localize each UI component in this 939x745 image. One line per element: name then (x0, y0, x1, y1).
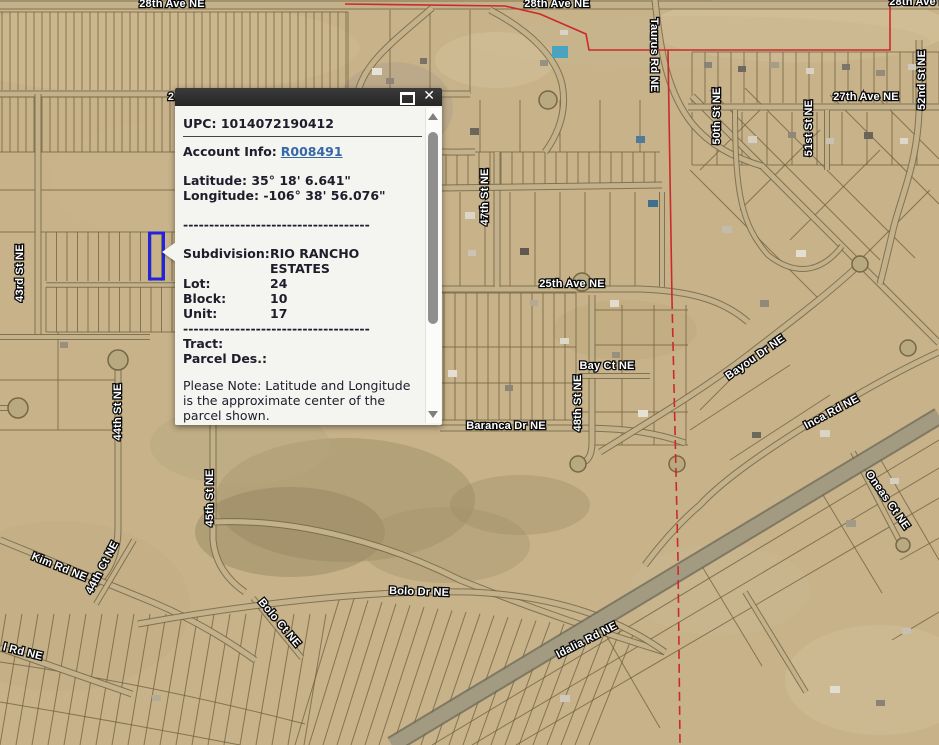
gis-parcel-viewer: 28th Ave NE 28th Ave NE 28th Ave NE 27th Av… (0, 0, 939, 745)
street-label: 52nd St NE (916, 50, 928, 110)
street-label: 28th Ave NE (889, 0, 939, 8)
upc-line: UPC: 1014072190412 (183, 116, 422, 131)
upc-value: 1014072190412 (221, 116, 334, 131)
street-label: 44th St NE (112, 383, 124, 440)
divider (183, 136, 422, 137)
street-label: Baranca Dr NE (466, 420, 546, 432)
street-label: 45th St NE (204, 469, 216, 526)
street-label: 28th Ave NE (139, 0, 205, 10)
subdivision-row: Subdivision:RIO RANCHO ESTATES (183, 246, 422, 276)
separator: ------------------------------------ (183, 217, 422, 232)
street-label: 48th St NE (572, 374, 584, 431)
popup-content: UPC: 1014072190412 Account Info: R008491… (175, 106, 425, 425)
unit-row: Unit:17 (183, 306, 422, 321)
street-label: Bay Ct NE (580, 360, 635, 372)
parcel-des-row: Parcel Des.: (183, 351, 422, 366)
map-canvas[interactable]: 28th Ave NE 28th Ave NE 28th Ave NE 27th Av… (0, 0, 939, 745)
block-row: Block:10 (183, 291, 422, 306)
account-link[interactable]: R008491 (281, 144, 343, 159)
street-label: 28th Ave NE (524, 0, 590, 10)
lot-row: Lot:24 (183, 276, 422, 291)
popup-titlebar[interactable]: ✕ (175, 88, 442, 106)
note-text: Please Note: Latitude and Longitude is t… (183, 378, 421, 423)
popup-scrollbar[interactable] (425, 108, 441, 423)
street-label: 47th St NE (479, 168, 491, 225)
street-label: Bolo Dr NE (389, 585, 449, 599)
parcel-info-popup: ✕ UPC: 1014072190412 Account Info: R0084… (175, 88, 442, 425)
scroll-down-icon[interactable] (428, 411, 438, 418)
popup-body: UPC: 1014072190412 Account Info: R008491… (175, 106, 442, 425)
longitude-line: Longitude: -106° 38' 56.076" (183, 188, 422, 203)
scrollbar-thumb[interactable] (428, 132, 438, 324)
street-label: 2 (168, 91, 174, 103)
separator: ------------------------------------ (183, 321, 422, 336)
street-label: Taurus Rd NE (648, 18, 660, 92)
close-icon[interactable]: ✕ (423, 90, 435, 102)
street-label: 25th Ave NE (539, 278, 605, 290)
popup-callout-arrow (162, 242, 176, 262)
maximize-icon[interactable] (400, 92, 415, 105)
street-label: 51st St NE (803, 100, 815, 156)
latitude-line: Latitude: 35° 18' 6.641" (183, 173, 422, 188)
tract-row: Tract: (183, 336, 422, 351)
scroll-up-icon[interactable] (428, 113, 438, 120)
street-label: 50th St NE (711, 87, 723, 144)
street-label: 43rd St NE (14, 244, 26, 302)
street-label: 27th Ave NE (833, 91, 899, 103)
account-line: Account Info: R008491 (183, 144, 422, 159)
